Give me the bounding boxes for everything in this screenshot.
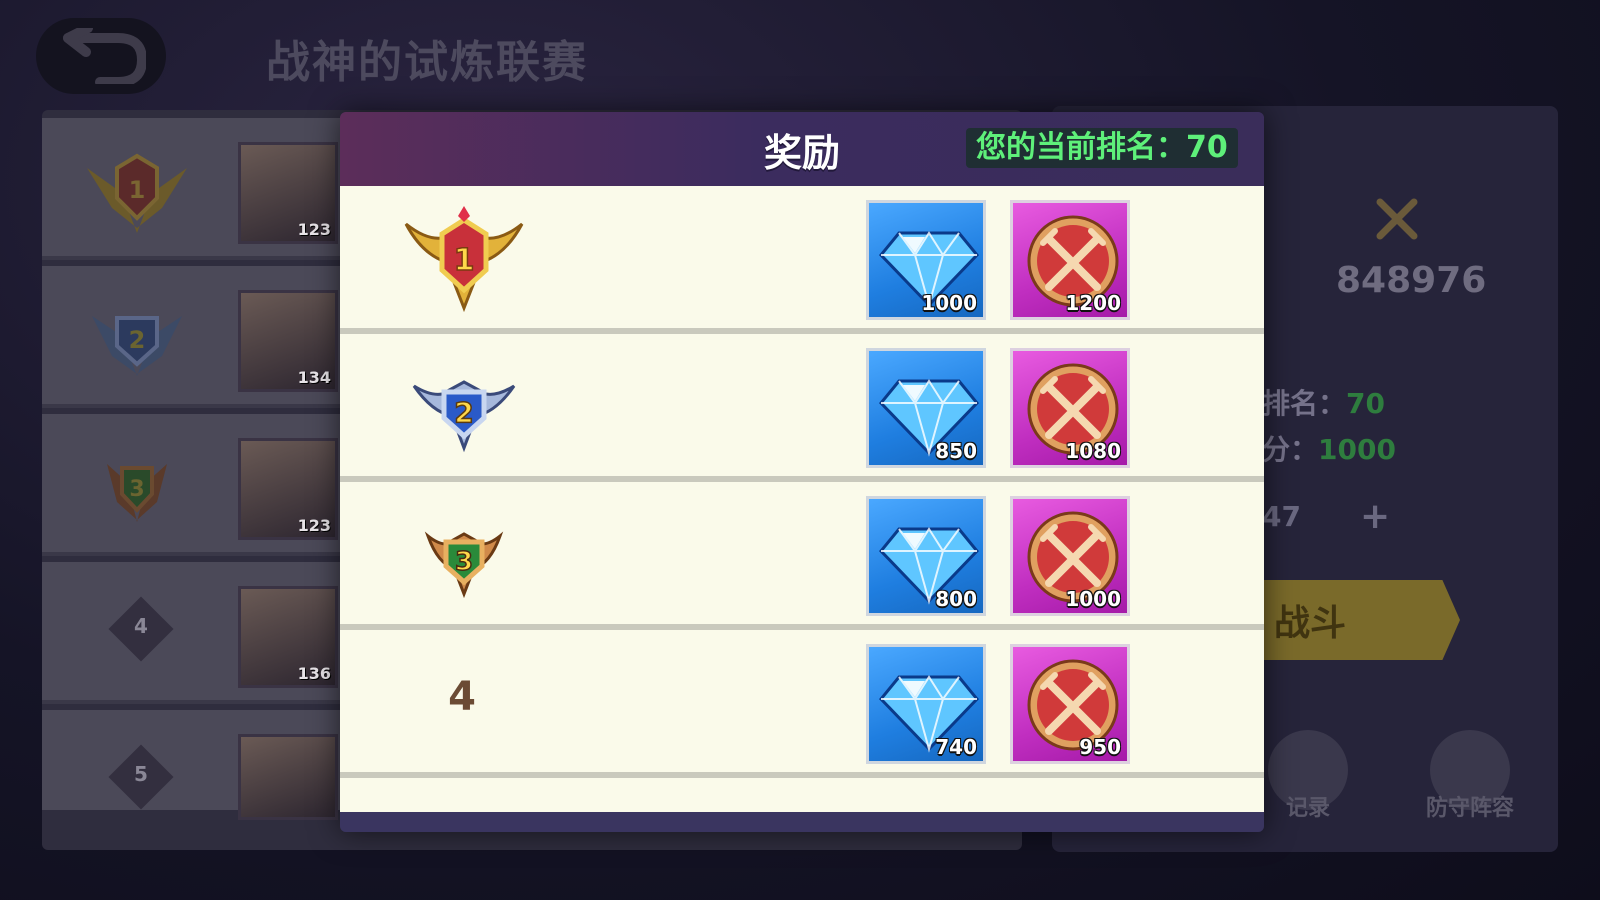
- silver-medal-icon: 2: [412, 380, 516, 453]
- svg-text:3: 3: [129, 477, 144, 502]
- rank-label: 排名：: [1262, 387, 1347, 420]
- points-label: 分：: [1262, 433, 1319, 466]
- battle-button[interactable]: 战斗: [1240, 580, 1460, 660]
- rewards-list[interactable]: 1 1000 1200 2 850 1080 3 800 1000 4 740 …: [340, 186, 1264, 812]
- rank-value: 70: [1346, 387, 1385, 420]
- rank-info: 排名：70: [1262, 382, 1385, 422]
- list-item[interactable]: 3 123: [42, 414, 342, 556]
- gold-medal-icon: 1: [404, 206, 524, 313]
- reward-row: 3 800 1000: [340, 482, 1264, 630]
- svg-text:3: 3: [455, 547, 473, 577]
- page-title: 战神的试炼联赛: [266, 37, 588, 88]
- back-arrow-icon: [63, 28, 146, 84]
- crossed-swords-icon: [1376, 198, 1418, 240]
- hero-level: 123: [297, 220, 331, 239]
- bronze-medal-icon: 3: [424, 531, 504, 599]
- rank-number: 4: [448, 674, 476, 720]
- gem-reward[interactable]: 800: [866, 496, 986, 616]
- hero-portrait: 123: [238, 438, 338, 540]
- coin-quantity: 1000: [1065, 587, 1121, 611]
- add-ticket-button[interactable]: +: [1360, 496, 1390, 537]
- gold-medal-icon: 1: [87, 153, 187, 233]
- coin-quantity: 1080: [1065, 439, 1121, 463]
- defense-lineup-button[interactable]: 防守阵容: [1410, 730, 1530, 822]
- list-item[interactable]: 5: [42, 710, 342, 820]
- gem-quantity: 740: [935, 735, 977, 759]
- silver-medal-icon: 2: [92, 316, 182, 376]
- modal-header: 奖励 您的当前排名：70: [340, 112, 1264, 186]
- power-score: 848976: [1336, 260, 1487, 301]
- modal-footer: [340, 812, 1264, 832]
- reward-row: [340, 778, 1264, 812]
- svg-text:1: 1: [129, 176, 146, 204]
- defense-label: 防守阵容: [1425, 796, 1514, 821]
- rank-number: 4: [134, 614, 148, 638]
- coin-reward[interactable]: 1200: [1010, 200, 1130, 320]
- hero-portrait: [238, 734, 338, 820]
- coin-reward[interactable]: 1080: [1010, 348, 1130, 468]
- hero-portrait: 123: [238, 142, 338, 244]
- gem-quantity: 850: [935, 439, 977, 463]
- points-value: 1000: [1318, 433, 1396, 466]
- records-label: 记录: [1285, 796, 1330, 821]
- hero-portrait: 134: [238, 290, 338, 392]
- list-item[interactable]: 4 136: [42, 562, 342, 704]
- list-item[interactable]: 2 134: [42, 266, 342, 408]
- gem-quantity: 800: [935, 587, 977, 611]
- gem-reward[interactable]: 850: [866, 348, 986, 468]
- reward-row: 2 850 1080: [340, 334, 1264, 482]
- hero-portrait: 136: [238, 586, 338, 688]
- svg-text:1: 1: [454, 243, 475, 278]
- coin-reward[interactable]: 1000: [1010, 496, 1130, 616]
- points-info: 分：1000: [1262, 428, 1396, 468]
- gem-reward[interactable]: 1000: [866, 200, 986, 320]
- rewards-modal: 奖励 您的当前排名：70 1 1000 1200 2 850 1080 3 80…: [340, 112, 1264, 832]
- svg-text:2: 2: [454, 396, 473, 429]
- back-button[interactable]: [36, 18, 166, 94]
- reward-row: 4 740 950: [340, 630, 1264, 778]
- hero-level: 123: [297, 516, 331, 535]
- records-button[interactable]: 记录: [1258, 730, 1358, 822]
- gem-quantity: 1000: [921, 291, 977, 315]
- rank-number: 5: [134, 762, 148, 786]
- list-item[interactable]: 1 123: [42, 118, 342, 260]
- current-rank-badge: 您的当前排名：70: [966, 128, 1238, 168]
- battle-label: 战斗: [1274, 603, 1347, 644]
- reward-row: 1 1000 1200: [340, 186, 1264, 334]
- ticket-count: 47: [1262, 500, 1301, 533]
- svg-text:2: 2: [129, 326, 146, 354]
- hero-level: 136: [297, 664, 331, 683]
- hero-level: 134: [297, 368, 331, 387]
- gem-reward[interactable]: 740: [866, 644, 986, 764]
- coin-quantity: 950: [1079, 735, 1121, 759]
- bronze-medal-icon: 3: [107, 464, 167, 522]
- coin-reward[interactable]: 950: [1010, 644, 1130, 764]
- coin-quantity: 1200: [1065, 291, 1121, 315]
